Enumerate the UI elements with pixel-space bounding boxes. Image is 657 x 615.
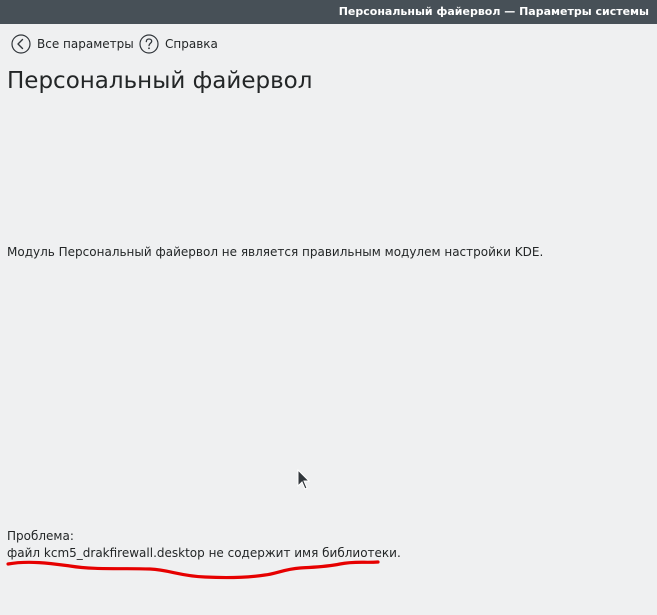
page-title: Персональный файервол bbox=[7, 68, 313, 94]
help-button-label: Справка bbox=[165, 37, 218, 51]
back-all-settings-button[interactable]: Все параметры bbox=[11, 34, 134, 54]
back-arrow-circle-icon bbox=[11, 34, 31, 54]
problem-heading: Проблема: bbox=[7, 529, 74, 543]
back-button-label: Все параметры bbox=[37, 37, 134, 51]
window-title: Персональный файервол — Параметры систем… bbox=[338, 5, 649, 18]
toolbar: Все параметры Справка bbox=[0, 24, 657, 64]
help-question-circle-icon bbox=[139, 34, 159, 54]
module-error-message: Модуль Персональный файервол не является… bbox=[7, 245, 544, 259]
help-button[interactable]: Справка bbox=[139, 34, 218, 54]
mouse-pointer-icon bbox=[297, 469, 311, 490]
window-titlebar[interactable]: Персональный файервол — Параметры систем… bbox=[0, 0, 657, 24]
red-underline-annotation bbox=[6, 560, 380, 580]
